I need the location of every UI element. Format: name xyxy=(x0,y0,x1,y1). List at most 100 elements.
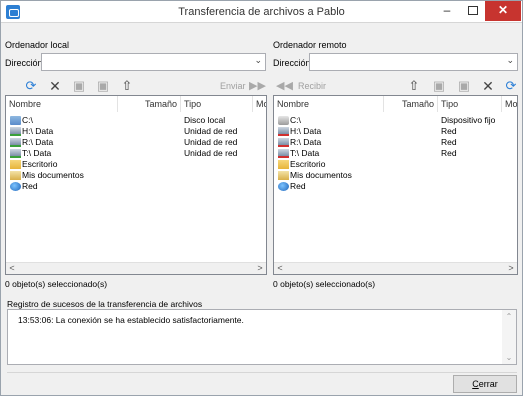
refresh-icon[interactable]: ⟳ xyxy=(503,78,519,94)
scroll-left-icon[interactable]: < xyxy=(274,263,286,274)
item-type: Unidad de red xyxy=(184,148,238,158)
divider xyxy=(7,372,517,373)
network-drive-icon xyxy=(10,127,21,136)
list-item[interactable]: T:\ Data Unidad de red xyxy=(6,148,266,159)
list-item[interactable]: Red xyxy=(6,181,266,192)
receive-label[interactable]: Recibir xyxy=(298,81,326,91)
item-name: Red xyxy=(22,181,38,191)
list-item[interactable]: Red xyxy=(274,181,517,192)
item-name: Mis documentos xyxy=(290,170,352,180)
list-item[interactable]: Mis documentos xyxy=(274,170,517,181)
local-dir-input[interactable]: ⌄ xyxy=(41,53,266,71)
item-type: Disco local xyxy=(184,115,226,125)
network-drive-icon xyxy=(10,149,21,158)
receive-arrow-icon[interactable]: ◀◀ xyxy=(276,78,293,94)
list-item[interactable]: C:\ Dispositivo fijo xyxy=(274,115,517,126)
list-item[interactable]: Escritorio xyxy=(6,159,266,170)
scroll-up-icon[interactable]: ⌃ xyxy=(502,312,516,321)
col-header-modified[interactable]: Moc xyxy=(502,96,517,112)
documents-folder-icon xyxy=(278,171,289,180)
item-name: Escritorio xyxy=(290,159,326,169)
list-item[interactable]: H:\ Data Red xyxy=(274,126,517,137)
scroll-down-icon[interactable]: ⌄ xyxy=(502,353,516,362)
list-item[interactable]: Mis documentos xyxy=(6,170,266,181)
delete-icon[interactable]: ✕ xyxy=(480,78,496,94)
col-header-name[interactable]: Nombre xyxy=(274,96,384,112)
local-disk-icon xyxy=(10,116,21,125)
new-folder-icon[interactable]: ▣ xyxy=(71,78,87,94)
list-item[interactable]: T:\ Data Red xyxy=(274,148,517,159)
network-drive-icon xyxy=(10,138,21,147)
item-name: T:\ Data xyxy=(22,148,52,158)
title-bar[interactable]: Transferencia de archivos a Pablo – ✕ xyxy=(1,1,522,23)
remote-pane-label: Ordenador remoto xyxy=(273,40,347,50)
log-entry: 13:53:06: La conexión se ha establecido … xyxy=(18,315,244,325)
fixed-disk-icon xyxy=(278,116,289,125)
col-header-size[interactable]: Tamaño xyxy=(384,96,438,112)
item-type: Red xyxy=(441,148,457,158)
scroll-right-icon[interactable]: > xyxy=(254,263,266,274)
item-type: Red xyxy=(441,126,457,136)
close-window-button[interactable]: ✕ xyxy=(485,1,521,21)
item-name: H:\ Data xyxy=(290,126,322,136)
remote-horizontal-scrollbar[interactable]: < > xyxy=(274,262,517,274)
delete-icon[interactable]: ✕ xyxy=(47,78,63,94)
item-name: R:\ Data xyxy=(290,137,322,147)
network-drive-icon xyxy=(278,149,289,158)
desktop-folder-icon xyxy=(278,160,289,169)
item-name: Escritorio xyxy=(22,159,58,169)
item-name: H:\ Data xyxy=(22,126,54,136)
item-name: Mis documentos xyxy=(22,170,84,180)
close-button[interactable]: Cerrar xyxy=(453,375,517,393)
send-arrow-icon[interactable]: ▶▶ xyxy=(249,78,266,94)
item-name: C:\ xyxy=(22,115,33,125)
parent-folder-icon[interactable]: ⇧ xyxy=(406,78,422,94)
parent-folder-icon[interactable]: ⇧ xyxy=(119,78,135,94)
new-folder-icon[interactable]: ▣ xyxy=(431,78,447,94)
item-type: Unidad de red xyxy=(184,137,238,147)
rename-icon[interactable]: ▣ xyxy=(95,78,111,94)
desktop-folder-icon xyxy=(10,160,21,169)
local-horizontal-scrollbar[interactable]: < > xyxy=(6,262,266,274)
list-item[interactable]: R:\ Data Unidad de red xyxy=(6,137,266,148)
col-header-name[interactable]: Nombre xyxy=(6,96,118,112)
local-file-list[interactable]: Nombre Tamaño Tipo Moc C:\ Disco local H… xyxy=(5,95,267,275)
chevron-down-icon[interactable]: ⌄ xyxy=(254,55,262,66)
list-item[interactable]: Escritorio xyxy=(274,159,517,170)
col-header-size[interactable]: Tamaño xyxy=(118,96,181,112)
col-header-modified[interactable]: Moc xyxy=(253,96,266,112)
item-name: Red xyxy=(290,181,306,191)
network-drive-icon xyxy=(278,127,289,136)
remote-dir-label: Dirección xyxy=(273,58,311,68)
maximize-button[interactable] xyxy=(460,1,484,21)
item-type: Dispositivo fijo xyxy=(441,115,496,125)
list-item[interactable]: H:\ Data Unidad de red xyxy=(6,126,266,137)
log-vertical-scrollbar[interactable]: ⌃ ⌄ xyxy=(502,310,516,364)
log-label: Registro de sucesos de la transferencia … xyxy=(7,299,203,309)
network-globe-icon xyxy=(278,182,289,191)
remote-dir-input[interactable]: ⌄ xyxy=(309,53,518,71)
network-drive-icon xyxy=(278,138,289,147)
col-header-type[interactable]: Tipo xyxy=(438,96,502,112)
transfer-log[interactable]: 13:53:06: La conexión se ha establecido … xyxy=(7,309,517,365)
list-item[interactable]: C:\ Disco local xyxy=(6,115,266,126)
item-type: Red xyxy=(441,137,457,147)
scroll-left-icon[interactable]: < xyxy=(6,263,18,274)
list-item[interactable]: R:\ Data Red xyxy=(274,137,517,148)
item-name: R:\ Data xyxy=(22,137,54,147)
send-label[interactable]: Enviar xyxy=(220,81,246,91)
rename-icon[interactable]: ▣ xyxy=(456,78,472,94)
remote-file-list[interactable]: Nombre Tamaño Tipo Moc C:\ Dispositivo f… xyxy=(273,95,518,275)
scroll-right-icon[interactable]: > xyxy=(505,263,517,274)
close-button-label: errar xyxy=(478,379,498,389)
col-header-type[interactable]: Tipo xyxy=(181,96,253,112)
local-status-text: 0 objeto(s) seleccionado(s) xyxy=(5,279,108,289)
file-transfer-window: Transferencia de archivos a Pablo – ✕ Or… xyxy=(0,0,523,396)
remote-status-text: 0 objeto(s) seleccionado(s) xyxy=(273,279,376,289)
refresh-icon[interactable]: ⟳ xyxy=(23,78,39,94)
minimize-button[interactable]: – xyxy=(435,1,459,21)
item-name: T:\ Data xyxy=(290,148,320,158)
chevron-down-icon[interactable]: ⌄ xyxy=(506,55,514,66)
item-name: C:\ xyxy=(290,115,301,125)
item-type: Unidad de red xyxy=(184,126,238,136)
